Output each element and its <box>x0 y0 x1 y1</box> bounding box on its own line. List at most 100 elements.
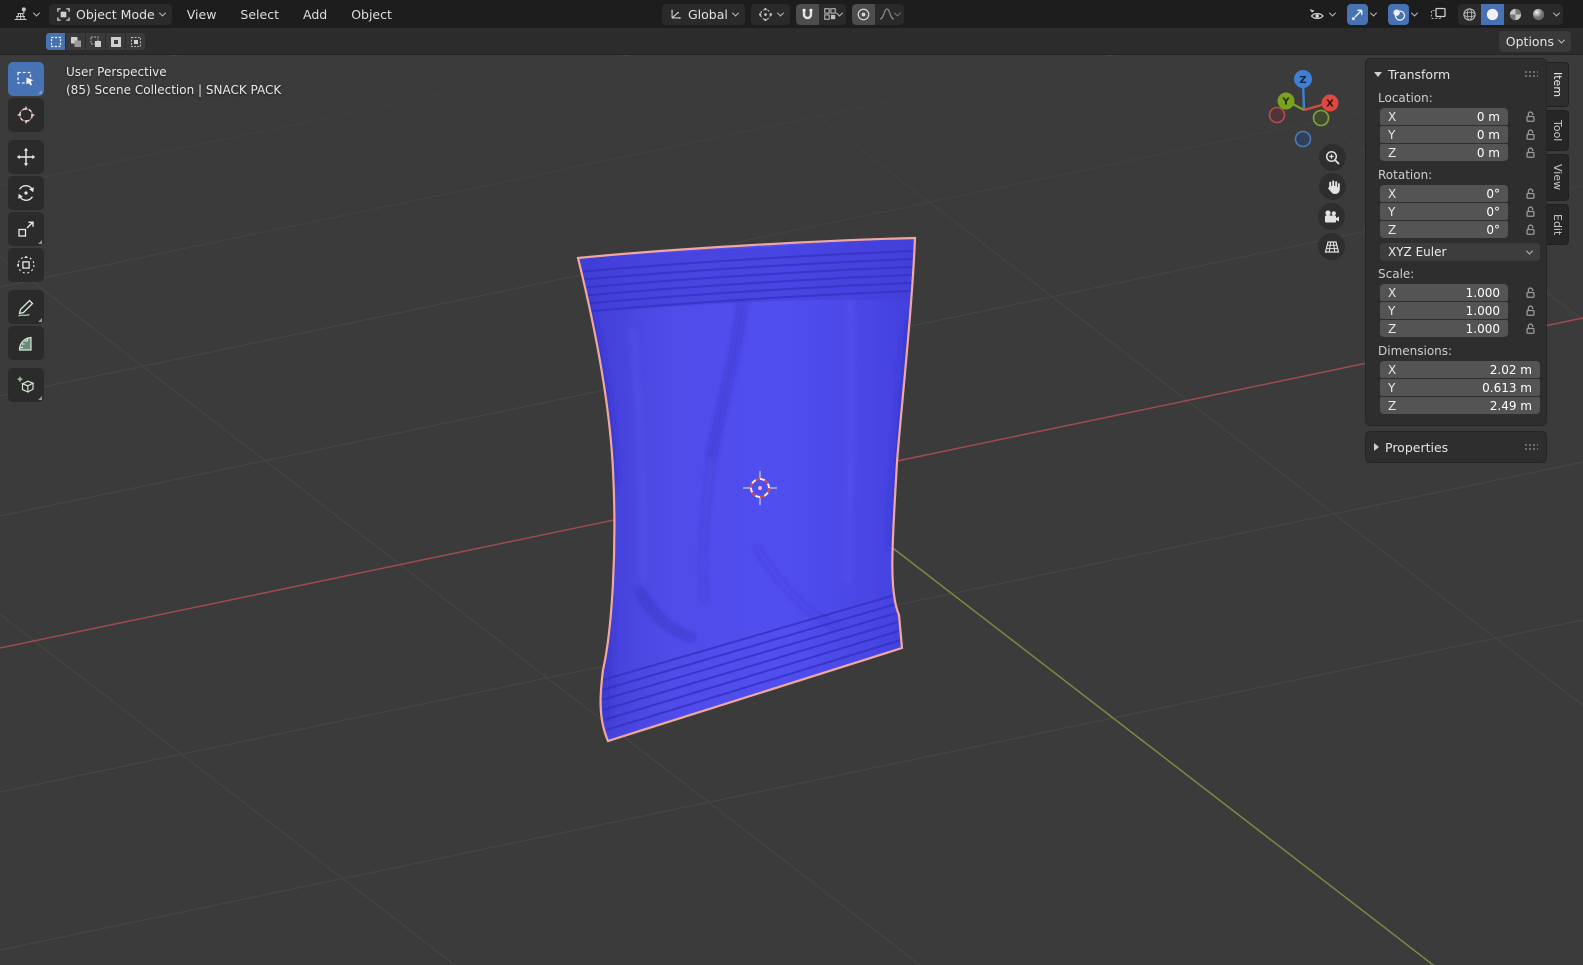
magnet-icon <box>802 8 813 19</box>
xray-toggle[interactable] <box>1427 4 1450 25</box>
orientation-dropdown[interactable]: Global <box>662 3 745 25</box>
proportional-editing-toggle[interactable] <box>851 3 875 25</box>
menu-object[interactable]: Object <box>342 4 401 25</box>
rotation-mode-dropdown[interactable]: XYZ Euler <box>1380 243 1540 261</box>
snap-toggle[interactable] <box>795 3 819 25</box>
visibility-filter-icon <box>1309 9 1324 19</box>
tool-measure[interactable] <box>8 326 44 360</box>
shading-rendered-button[interactable] <box>1527 4 1550 25</box>
gizmo-axis-negx[interactable] <box>1268 106 1286 124</box>
view-perspective-label: User Perspective <box>66 65 167 79</box>
gizmo-axis-x[interactable]: X <box>1321 94 1339 112</box>
tool-add-cube[interactable] <box>8 368 44 402</box>
camera-view-button[interactable] <box>1318 203 1345 230</box>
location-y-field[interactable]: Y 0 m <box>1380 126 1508 143</box>
menu-view[interactable]: View <box>178 4 226 25</box>
rotation-z-field[interactable]: Z 0° <box>1380 221 1508 238</box>
perspective-toggle-button[interactable] <box>1318 233 1345 260</box>
falloff-dropdown[interactable] <box>875 4 904 25</box>
overlays-icon <box>1393 8 1406 21</box>
active-object-label: (85) Scene Collection | SNACK PACK <box>66 83 282 97</box>
tab-tool[interactable]: Tool <box>1547 110 1569 152</box>
magnifier-plus-icon <box>1325 150 1340 165</box>
shading-wireframe-button[interactable] <box>1458 4 1481 25</box>
location-y-lock[interactable] <box>1524 128 1537 141</box>
rotation-y-lock[interactable] <box>1524 205 1537 218</box>
falloff-curve-icon <box>879 8 895 20</box>
tool-select-box[interactable] <box>8 62 44 96</box>
scale-y-field[interactable]: Y 1.000 <box>1380 302 1508 319</box>
snap-target-dropdown[interactable] <box>819 4 846 25</box>
axis-gizmo[interactable]: Z Y X <box>1262 62 1352 152</box>
gizmos-toggle[interactable] <box>1347 3 1368 25</box>
scale-z-field[interactable]: Z 1.000 <box>1380 320 1508 337</box>
transform-icon <box>16 255 35 274</box>
panel-drag-handle[interactable] <box>1524 443 1538 451</box>
shading-solid-button[interactable] <box>1481 3 1504 25</box>
scale-x-field[interactable]: X 1.000 <box>1380 284 1508 301</box>
rotation-label: Rotation: <box>1378 168 1433 182</box>
gizmo-axis-negy[interactable] <box>1312 109 1330 127</box>
gizmo-axis-y[interactable]: Y <box>1277 92 1295 110</box>
shading-dropdown[interactable] <box>1550 4 1563 25</box>
tool-transform[interactable] <box>8 248 44 282</box>
options-button[interactable]: Options <box>1498 31 1571 52</box>
tab-view[interactable]: View <box>1547 154 1569 201</box>
3d-viewport[interactable]: User Perspective (85) Scene Collection |… <box>0 0 1583 965</box>
collapse-arrow-icon <box>1374 71 1382 77</box>
snap-grid-icon <box>824 8 836 20</box>
properties-panel-header[interactable]: Properties <box>1366 436 1546 458</box>
pan-button[interactable] <box>1319 173 1346 200</box>
location-x-field[interactable]: X 0 m <box>1380 108 1508 125</box>
gizmo-axis-z[interactable]: Z <box>1294 70 1312 88</box>
chevron-down-icon <box>1525 247 1534 255</box>
tool-annotate[interactable] <box>8 290 44 324</box>
select-mode-set[interactable] <box>46 33 65 50</box>
rotation-x-lock[interactable] <box>1524 187 1537 200</box>
transform-panel-header[interactable]: Transform <box>1366 63 1546 85</box>
object-mode-icon <box>57 7 70 21</box>
tool-cursor[interactable] <box>8 98 44 132</box>
rotation-y-field[interactable]: Y 0° <box>1380 203 1508 220</box>
select-mode-invert[interactable] <box>106 33 125 50</box>
location-z-field[interactable]: Z 0 m <box>1380 144 1508 161</box>
scale-z-lock[interactable] <box>1524 322 1537 335</box>
scale-y-lock[interactable] <box>1524 304 1537 317</box>
location-z-lock[interactable] <box>1524 146 1537 159</box>
tool-scale[interactable] <box>8 212 44 246</box>
location-x-lock[interactable] <box>1524 110 1537 123</box>
scale-x-lock[interactable] <box>1524 286 1537 299</box>
overlays-toggle[interactable] <box>1388 3 1409 25</box>
scale-icon <box>18 221 34 237</box>
mode-dropdown[interactable]: Object Mode <box>49 3 172 25</box>
sidebar-tabs: Item Tool View Edit <box>1547 62 1570 248</box>
gizmo-nav-icon <box>1351 9 1363 20</box>
chevron-down-icon <box>1369 9 1378 17</box>
dimensions-z-field[interactable]: Z 2.49 m <box>1380 397 1540 414</box>
unlock-icon <box>1526 188 1535 199</box>
tool-move[interactable] <box>8 140 44 174</box>
select-mode-extend[interactable] <box>66 33 85 50</box>
panel-drag-handle[interactable] <box>1524 70 1538 78</box>
select-mode-subtract[interactable] <box>86 33 105 50</box>
gizmo-axis-negz[interactable] <box>1294 130 1312 148</box>
tab-item[interactable]: Item <box>1547 62 1569 108</box>
menu-add[interactable]: Add <box>294 4 336 25</box>
zoom-button[interactable] <box>1319 144 1346 171</box>
select-mode-intersect[interactable] <box>126 33 145 50</box>
dimensions-y-field[interactable]: Y 0.613 m <box>1380 379 1540 396</box>
dimensions-x-field[interactable]: X 2.02 m <box>1380 361 1540 378</box>
rotation-z-lock[interactable] <box>1524 223 1537 236</box>
tool-settings-bar: Options <box>0 28 1583 55</box>
show-object-types-dropdown[interactable] <box>1306 4 1337 25</box>
chevron-down-icon <box>1328 9 1337 17</box>
shading-material-button[interactable] <box>1504 4 1527 25</box>
tab-edit[interactable]: Edit <box>1547 203 1569 245</box>
pivot-point-dropdown[interactable] <box>750 3 790 25</box>
annotate-pen-icon <box>18 299 34 317</box>
svg-text:Y: Y <box>1281 97 1290 108</box>
menu-select[interactable]: Select <box>231 4 288 25</box>
editor-type-button[interactable] <box>8 4 43 25</box>
rotation-x-field[interactable]: X 0° <box>1380 185 1508 202</box>
tool-rotate[interactable] <box>8 176 44 210</box>
